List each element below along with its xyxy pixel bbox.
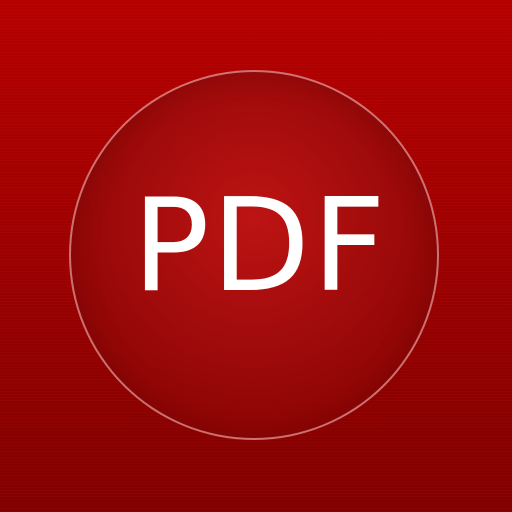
pdf-badge-circle: PDF	[69, 70, 439, 440]
pdf-label: PDF	[132, 172, 388, 321]
